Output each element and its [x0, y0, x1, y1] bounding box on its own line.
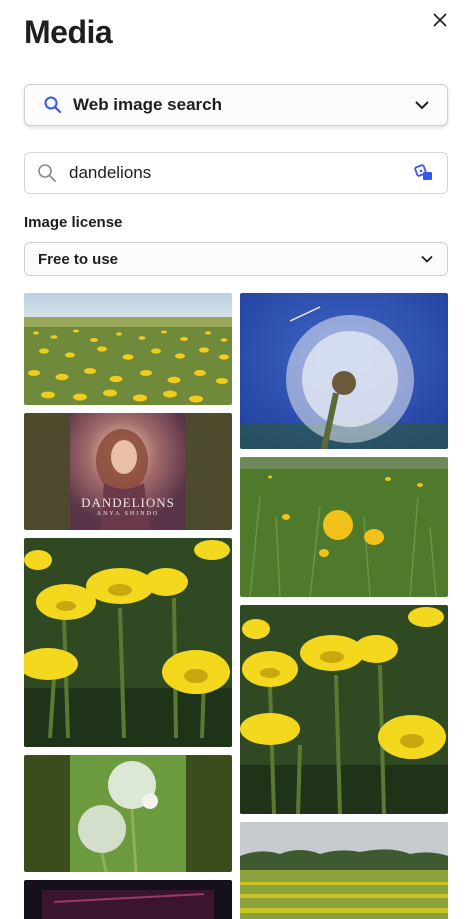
- result-image-2[interactable]: [240, 293, 448, 449]
- image-license-value: Free to use: [38, 250, 119, 268]
- media-source-dropdown[interactable]: Web image search: [24, 84, 448, 126]
- result-image-3[interactable]: DANDELIONS ANYA SHINDO: [24, 413, 232, 530]
- chevron-down-icon: [415, 101, 429, 110]
- close-icon: [433, 13, 447, 27]
- close-button[interactable]: [428, 8, 452, 32]
- image-filter-icon[interactable]: [413, 162, 435, 184]
- panel-title: Media: [24, 14, 113, 50]
- search-input[interactable]: [69, 163, 413, 183]
- result-image-9[interactable]: [24, 880, 232, 919]
- chevron-down-icon: [421, 255, 433, 263]
- result-image-8[interactable]: [240, 822, 448, 919]
- result-image-1[interactable]: [24, 293, 232, 405]
- book-title: DANDELIONS: [81, 495, 175, 510]
- search-field: [24, 152, 448, 194]
- search-icon: [38, 164, 56, 182]
- result-image-7[interactable]: [24, 755, 232, 872]
- book-author: ANYA SHINDO: [96, 511, 160, 517]
- result-image-5[interactable]: [24, 538, 232, 747]
- image-license-dropdown[interactable]: Free to use: [24, 242, 448, 276]
- image-license-label: Image license: [24, 214, 123, 231]
- result-image-6[interactable]: [240, 605, 448, 814]
- media-source-label: Web image search: [73, 95, 222, 114]
- search-icon: [44, 96, 62, 114]
- result-image-4[interactable]: [240, 457, 448, 597]
